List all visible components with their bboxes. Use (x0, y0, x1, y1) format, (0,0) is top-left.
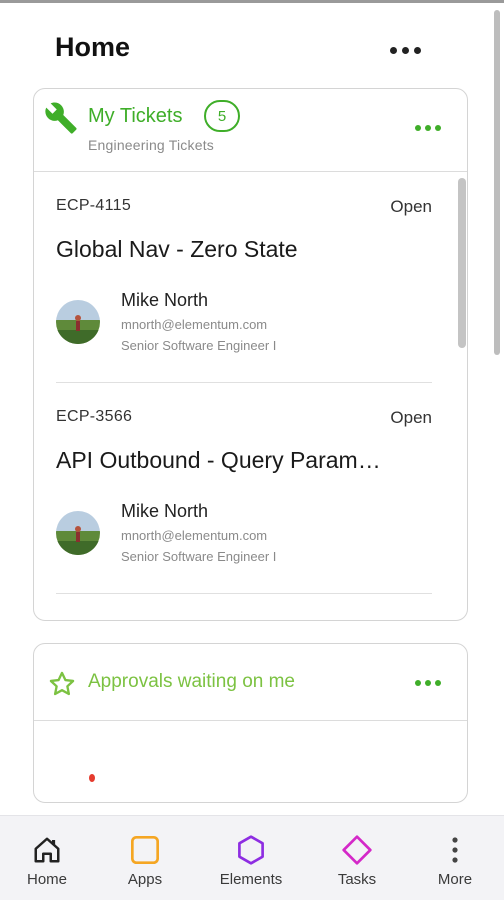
nav-tasks[interactable]: Tasks (328, 816, 386, 900)
approvals-card-title[interactable]: Approvals waiting on me (88, 671, 295, 693)
page-title: Home (55, 32, 131, 62)
approvals-card: Approvals waiting on me (33, 643, 468, 803)
elements-icon (234, 833, 268, 867)
ticket-item[interactable]: ECP-4115 Open Global Nav - Zero State Mi… (56, 172, 432, 383)
avatar (56, 511, 100, 555)
assignee-email: mnorth@elementum.com (121, 317, 268, 332)
approvals-card-header: Approvals waiting on me (34, 644, 467, 721)
apps-icon (128, 833, 162, 867)
ticket-status: Open (390, 408, 432, 427)
assignee-name: Mike North (121, 290, 209, 310)
tickets-card-subtitle: Engineering Tickets (88, 137, 214, 153)
nav-apps[interactable]: Apps (116, 816, 174, 900)
map-pin-icon (89, 774, 95, 782)
ticket-item[interactable]: ECP-3566 Open API Outbound - Query Param… (56, 383, 432, 594)
nav-apps-label: Apps (127, 871, 163, 888)
ticket-status: Open (390, 197, 432, 216)
assignee-role: Senior Software Engineer I (121, 549, 277, 564)
approvals-card-more-button[interactable] (415, 680, 441, 686)
star-icon (49, 671, 75, 696)
ticket-list-scrollbar[interactable] (458, 178, 466, 348)
divider (56, 593, 432, 594)
tickets-card-more-button[interactable] (415, 125, 441, 131)
tasks-icon (340, 833, 374, 867)
nav-home-label: Home (26, 871, 67, 888)
nav-more-label: More (437, 871, 473, 888)
nav-home[interactable]: Home (18, 816, 76, 900)
ticket-id: ECP-3566 (56, 408, 133, 425)
tickets-card: My Tickets 5 Engineering Tickets ECP-411… (33, 88, 468, 621)
avatar (56, 300, 100, 344)
ticket-id: ECP-4115 (56, 197, 132, 214)
more-vertical-icon (438, 833, 472, 867)
assignee-name: Mike North (121, 501, 209, 521)
tickets-card-title[interactable]: My Tickets (88, 105, 182, 128)
assignee-email: mnorth@elementum.com (121, 528, 268, 543)
header-more-button[interactable] (390, 38, 434, 62)
nav-elements-label: Elements (219, 871, 283, 888)
home-icon (30, 833, 64, 867)
top-border (0, 0, 504, 3)
more-horizontal-icon (390, 38, 434, 62)
wrench-icon (45, 102, 77, 134)
ticket-list: ECP-4115 Open Global Nav - Zero State Mi… (34, 172, 467, 620)
nav-elements[interactable]: Elements (212, 816, 290, 900)
ticket-name: API Outbound - Query Param… (56, 447, 381, 473)
tickets-card-header: My Tickets 5 Engineering Tickets (34, 89, 467, 172)
assignee-role: Senior Software Engineer I (121, 338, 277, 353)
ticket-name: Global Nav - Zero State (56, 236, 298, 262)
app-header: Home (0, 22, 504, 78)
tickets-count-badge: 5 (204, 100, 240, 132)
nav-tasks-label: Tasks (337, 871, 377, 888)
bottom-nav: Home Apps Elements Tasks More (0, 815, 504, 900)
nav-more[interactable]: More (426, 816, 484, 900)
